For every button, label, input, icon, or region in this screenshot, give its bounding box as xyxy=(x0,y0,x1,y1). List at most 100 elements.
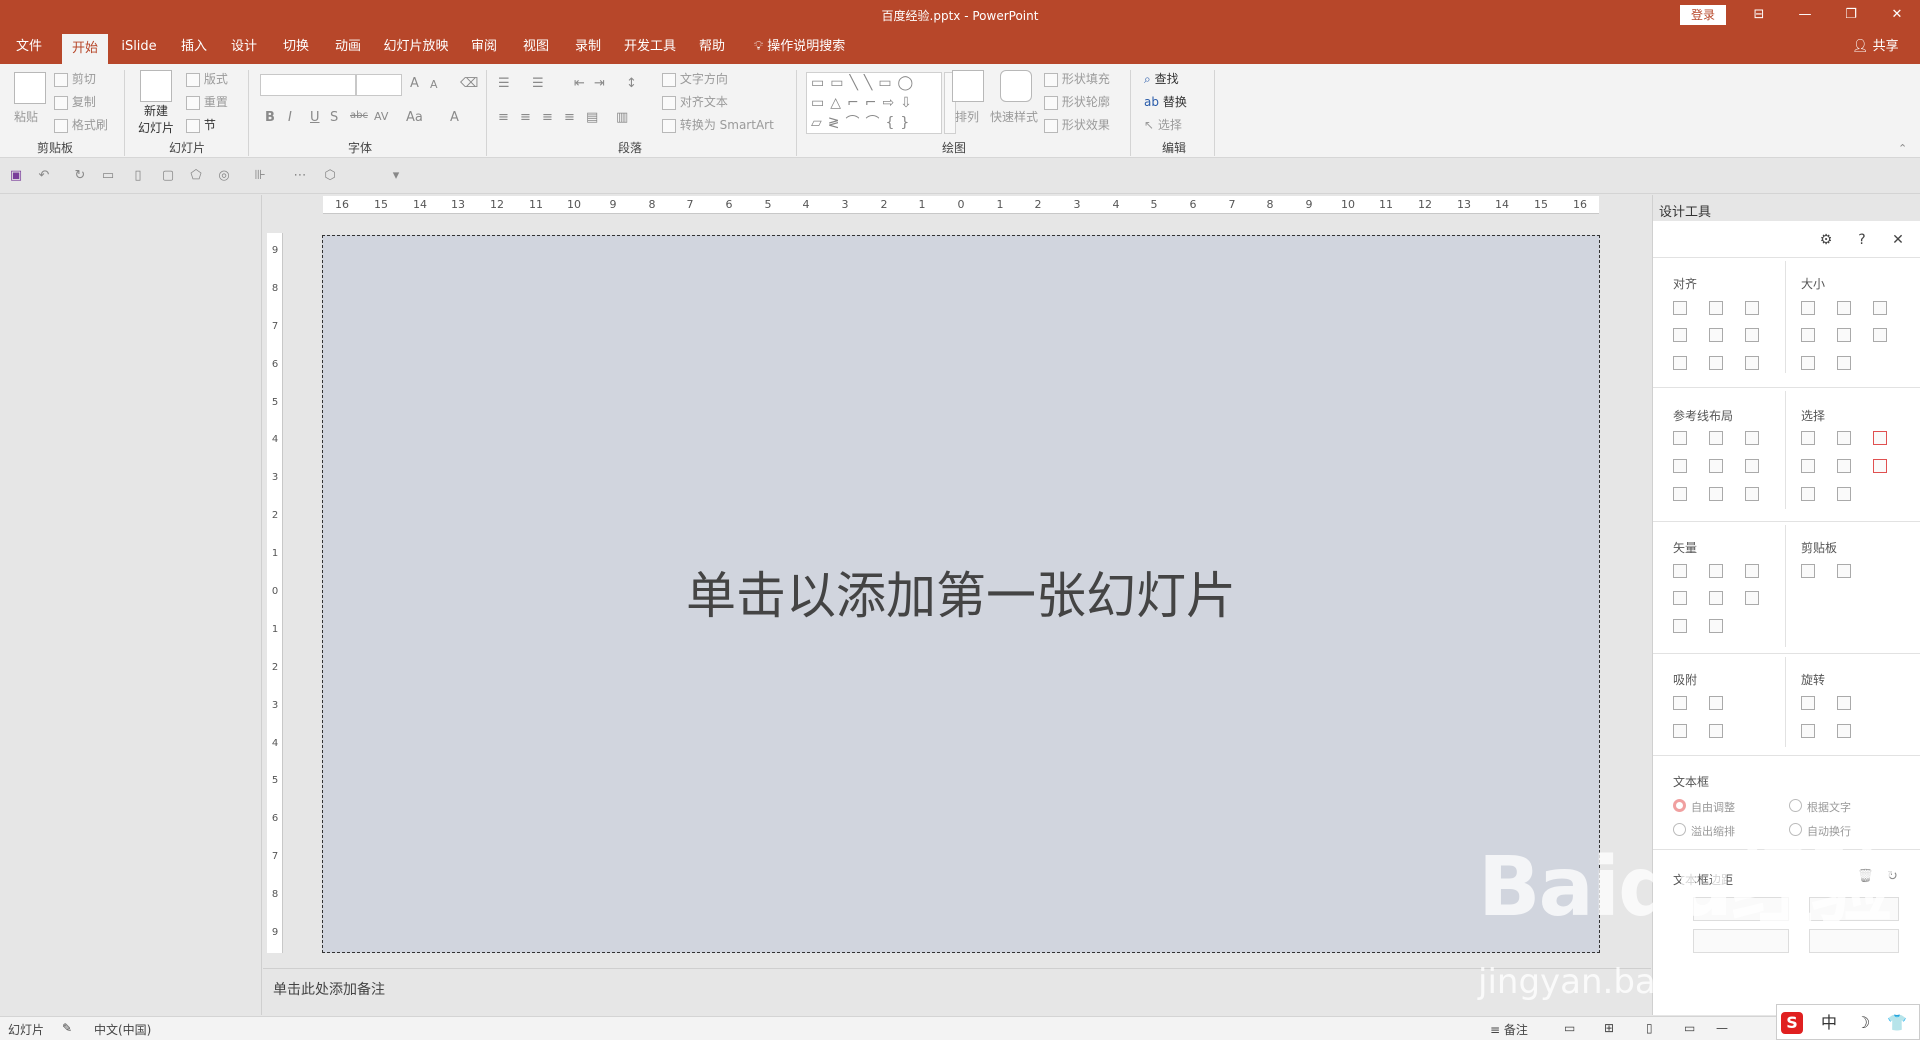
rotate-right-icon[interactable] xyxy=(1837,696,1851,710)
stretch-right-icon[interactable] xyxy=(1837,328,1851,342)
bullets-icon[interactable]: ☰ xyxy=(498,76,510,91)
slide-thumbnail-pane[interactable] xyxy=(0,195,262,1015)
tab-insert[interactable]: 插入 xyxy=(172,30,216,64)
underline-button[interactable]: U xyxy=(310,110,320,125)
quick-styles-button[interactable]: 快速样式 xyxy=(990,70,1038,125)
decrease-indent-icon[interactable]: ⇤ xyxy=(574,76,585,91)
font-size-dropdown[interactable] xyxy=(356,74,402,96)
panel-paste-icon[interactable] xyxy=(1837,564,1851,578)
guide-right-icon[interactable] xyxy=(1745,431,1759,445)
format-painter-button[interactable]: 格式刷 xyxy=(54,116,108,133)
panel-copy-icon[interactable] xyxy=(1801,564,1815,578)
tab-transitions[interactable]: 切换 xyxy=(274,30,318,64)
change-case-button[interactable]: Aa xyxy=(406,110,423,125)
tab-islide[interactable]: iSlide xyxy=(114,30,164,64)
align-left-tool-icon[interactable] xyxy=(1673,301,1687,315)
guide-center-icon[interactable] xyxy=(1709,431,1723,445)
font-color-button[interactable]: A xyxy=(450,110,459,125)
paste-button[interactable]: 粘贴 xyxy=(14,72,46,125)
login-button[interactable]: 登录 xyxy=(1680,5,1726,25)
notes-toggle[interactable]: ≡ 备注 xyxy=(1490,1021,1528,1038)
share-button[interactable]: 👤︎ 共享 xyxy=(1852,30,1899,64)
stretch-left-icon[interactable] xyxy=(1801,328,1815,342)
tab-design[interactable]: 设计 xyxy=(222,30,266,64)
spellcheck-icon[interactable]: ✎ xyxy=(62,1021,72,1035)
numbering-icon[interactable]: ☰ xyxy=(532,76,544,91)
undo-icon[interactable]: ↶ xyxy=(36,168,52,184)
snap-left-icon[interactable] xyxy=(1673,696,1687,710)
tab-view[interactable]: 视图 xyxy=(514,30,558,64)
select-stack-icon[interactable] xyxy=(1837,487,1851,501)
shapes-gallery[interactable]: ▭▭╲╲▭◯ ▭△⌐⌐⇨⇩ ▱≷⌒⌒{} xyxy=(806,72,942,134)
layout-button[interactable]: 版式 xyxy=(186,70,228,87)
select-top-icon[interactable] xyxy=(1801,459,1815,473)
text-direction-button[interactable]: 文字方向 xyxy=(662,70,728,87)
stretch-bottom-icon[interactable] xyxy=(1837,356,1851,370)
guide-width-icon[interactable] xyxy=(1673,487,1687,501)
vector-fragment-icon[interactable] xyxy=(1745,564,1759,578)
tab-animations[interactable]: 动画 xyxy=(326,30,370,64)
slide-sorter-icon[interactable]: ⊞ xyxy=(1604,1021,1614,1035)
shape-fill-button[interactable]: 形状填充 xyxy=(1044,70,1110,87)
merge-icon[interactable]: ◎ xyxy=(216,168,232,184)
align-text-button[interactable]: 对齐文本 xyxy=(662,93,728,110)
bold-button[interactable]: B xyxy=(265,110,275,125)
redo-icon[interactable]: ↻ xyxy=(72,168,88,184)
vector-combine-icon[interactable] xyxy=(1709,564,1723,578)
autofit-radio[interactable] xyxy=(1673,799,1686,812)
section-button[interactable]: 节 xyxy=(186,116,216,133)
cut-button[interactable]: 剪切 xyxy=(54,70,96,87)
vector-intersect-icon[interactable] xyxy=(1673,591,1687,605)
stretch-both-icon[interactable] xyxy=(1873,328,1887,342)
strikethrough-button[interactable]: abc xyxy=(350,110,368,121)
select-bottom-icon[interactable] xyxy=(1801,487,1815,501)
new-slide-button[interactable]: 新建 幻灯片 xyxy=(138,70,174,136)
skin-icon[interactable]: 👕 xyxy=(1883,1011,1911,1035)
close-button[interactable]: ✕ xyxy=(1874,0,1920,30)
more-icon[interactable]: ⋯ xyxy=(292,168,308,184)
vector-points-icon[interactable] xyxy=(1745,591,1759,605)
select-middle-icon[interactable] xyxy=(1837,459,1851,473)
align-top-tool-icon[interactable] xyxy=(1673,328,1687,342)
char-spacing-button[interactable]: AV xyxy=(374,110,388,123)
tab-review[interactable]: 审阅 xyxy=(462,30,506,64)
italic-button[interactable]: I xyxy=(288,110,292,125)
align-icon[interactable]: ⊪ xyxy=(252,168,268,184)
clear-format-icon[interactable]: ⌫ xyxy=(460,76,478,91)
collapse-ribbon-icon[interactable]: ⌃ xyxy=(1898,142,1907,155)
columns-icon[interactable]: ▥ xyxy=(616,110,628,125)
settings-icon[interactable]: ⚙ xyxy=(1817,231,1835,249)
reading-view-icon[interactable]: ▯ xyxy=(1646,1021,1653,1035)
ribbon-display-options-icon[interactable]: ⊟ xyxy=(1736,0,1782,30)
slideshow-view-icon[interactable]: ▭ xyxy=(1684,1021,1695,1035)
distribute-h-tool-icon[interactable] xyxy=(1673,356,1687,370)
zoom-out-icon[interactable]: — xyxy=(1716,1021,1728,1035)
snap-right-icon[interactable] xyxy=(1709,696,1723,710)
align-center-tool-icon[interactable] xyxy=(1709,301,1723,315)
fit-text-radio[interactable] xyxy=(1789,799,1802,812)
shape-outline-button[interactable]: 形状轮廓 xyxy=(1044,93,1110,110)
ime-chinese-mode[interactable]: 中 xyxy=(1815,1011,1843,1035)
same-width-icon[interactable] xyxy=(1801,301,1815,315)
slide-icon[interactable]: ▯ xyxy=(130,168,146,184)
tab-record[interactable]: 录制 xyxy=(566,30,610,64)
vector-link-icon[interactable] xyxy=(1709,619,1723,633)
reset-button[interactable]: 重置 xyxy=(186,93,228,110)
snap-top-icon[interactable] xyxy=(1673,724,1687,738)
normal-view-icon[interactable]: ▭ xyxy=(1564,1021,1575,1035)
replace-button[interactable]: ab 替换 xyxy=(1144,93,1187,110)
same-height-icon[interactable] xyxy=(1837,301,1851,315)
align-center-icon[interactable]: ≡ xyxy=(520,110,531,125)
grow-font-button[interactable]: A xyxy=(410,76,419,91)
close-icon[interactable]: ✕ xyxy=(1889,231,1907,249)
screenshot-icon[interactable]: ▢ xyxy=(160,168,176,184)
snap-bottom-icon[interactable] xyxy=(1709,724,1723,738)
guide-height-icon[interactable] xyxy=(1709,487,1723,501)
vector-union-icon[interactable] xyxy=(1673,564,1687,578)
shape-icon[interactable]: ⬠ xyxy=(188,168,204,184)
vector-text-icon[interactable] xyxy=(1673,619,1687,633)
align-right-icon[interactable]: ≡ xyxy=(542,110,553,125)
find-button[interactable]: ⌕ 查找 xyxy=(1144,70,1179,87)
shadow-button[interactable]: S xyxy=(330,110,338,125)
shrink-font-button[interactable]: A xyxy=(430,78,438,91)
